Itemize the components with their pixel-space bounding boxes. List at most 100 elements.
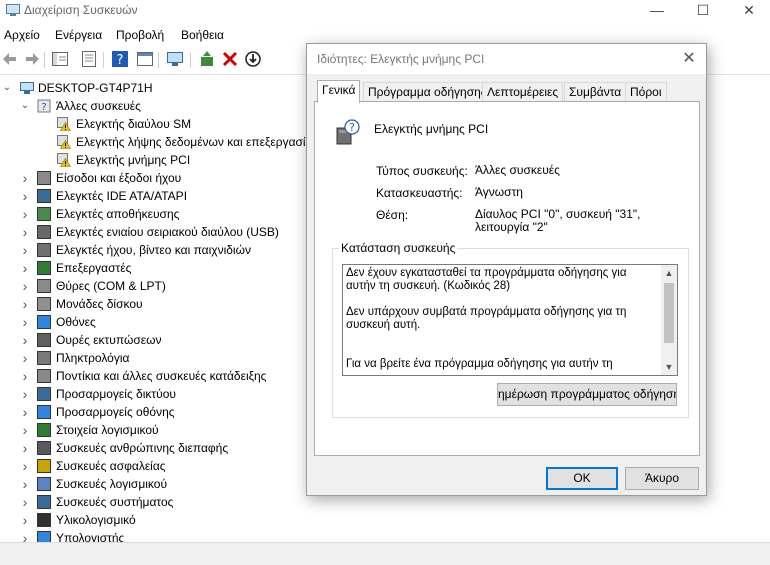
- expand-chevron-icon[interactable]: ›: [20, 439, 30, 457]
- window-titlebar: Διαχείριση Συσκευών — ☐ ✕: [0, 0, 770, 22]
- expand-chevron-icon[interactable]: ›: [20, 223, 30, 241]
- toolbar-separator: [103, 52, 104, 68]
- update-driver-button[interactable]: ημέρωση προγράμματος οδήγησης: [497, 383, 677, 406]
- close-icon[interactable]: ✕: [678, 48, 700, 70]
- device-category-icon: [37, 207, 51, 221]
- ok-button[interactable]: OK: [546, 467, 618, 490]
- expand-chevron-icon[interactable]: ›: [20, 511, 30, 529]
- scroll-up-icon[interactable]: ▲: [661, 265, 677, 281]
- tree-item-label: Πληκτρολόγια: [56, 351, 130, 365]
- toolbar-separator: [158, 52, 159, 68]
- maximize-button[interactable]: ☐: [680, 0, 726, 22]
- disable-device-icon[interactable]: [244, 50, 262, 68]
- device-manager-icon: [6, 4, 20, 16]
- computer-name: DESKTOP-GT4P71H: [38, 81, 153, 95]
- expand-chevron-icon[interactable]: ›: [20, 457, 30, 475]
- window-title: Διαχείριση Συσκευών: [24, 3, 138, 17]
- expand-chevron-icon[interactable]: ›: [20, 241, 30, 259]
- expand-chevron-icon[interactable]: ›: [20, 385, 30, 403]
- tree-item-label: Στοιχεία λογισμικού: [56, 423, 159, 437]
- expand-chevron-icon[interactable]: ›: [20, 313, 30, 331]
- device-category-icon: [37, 297, 51, 311]
- device-category-icon: [37, 477, 51, 491]
- expand-chevron-icon[interactable]: ›: [20, 475, 30, 493]
- minimize-button[interactable]: —: [634, 0, 680, 22]
- location-label: Θέση:: [376, 208, 409, 222]
- uninstall-x-icon[interactable]: [221, 50, 239, 68]
- menu-action[interactable]: Ενέργεια: [55, 28, 102, 42]
- tree-item-label: Ελεγκτές ενιαίου σειριακού διαύλου (USB): [56, 225, 279, 239]
- expand-chevron-icon[interactable]: ›: [20, 331, 30, 349]
- expand-chevron-icon[interactable]: ›: [20, 205, 30, 223]
- device-status-group: Κατάσταση συσκευής Δεν έχουν εγκατασταθε…: [332, 241, 689, 418]
- manufacturer-value: Άγνωστη: [475, 185, 523, 199]
- tree-item-label: Ποντίκια και άλλες συσκευές κατάδειξης: [56, 369, 267, 383]
- update-driver-icon[interactable]: [198, 50, 216, 68]
- device-category-icon: [37, 333, 51, 347]
- expand-chevron-icon[interactable]: ›: [20, 295, 30, 313]
- expand-chevron-icon[interactable]: ›: [20, 403, 30, 421]
- help-icon[interactable]: ?: [111, 50, 129, 68]
- tree-item-label: Ελεγκτής μνήμης PCI: [76, 153, 191, 167]
- close-window-button[interactable]: ✕: [726, 0, 770, 22]
- tree-item-label: Ελεγκτές αποθήκευσης: [56, 207, 180, 221]
- tree-item-label: Προσαρμογείς οθόνης: [56, 405, 175, 419]
- cancel-button[interactable]: Άκυρο: [625, 467, 699, 490]
- expand-chevron-icon[interactable]: ›: [20, 493, 30, 511]
- tab-resources[interactable]: Πόροι: [625, 82, 667, 102]
- device-category-icon: [37, 387, 51, 401]
- dialog-titlebar: Ιδιότητες: Ελεγκτής μνήμης PCI ✕: [307, 44, 706, 74]
- collapse-chevron-icon[interactable]: ⌄: [2, 79, 12, 97]
- tree-item-label: Άλλες συσκευές: [56, 99, 141, 113]
- device-type-value: Άλλες συσκευές: [475, 163, 560, 177]
- collapse-chevron-icon[interactable]: ⌄: [20, 97, 30, 115]
- device-category-icon: [37, 315, 51, 329]
- tree-item-label: Συσκευές συστήματος: [56, 495, 174, 509]
- device-status-textbox[interactable]: Δεν έχουν εγκατασταθεί τα προγράμματα οδ…: [342, 264, 678, 376]
- tab-driver[interactable]: Πρόγραμμα οδήγησης: [363, 82, 492, 102]
- expand-chevron-icon[interactable]: ›: [20, 259, 30, 277]
- device-category-icon: [37, 369, 51, 383]
- expand-chevron-icon[interactable]: ›: [20, 277, 30, 295]
- properties-dialog: Ιδιότητες: Ελεγκτής μνήμης PCI ✕ Γενικά …: [306, 43, 707, 496]
- tree-item-label: Υπολογιστής: [56, 531, 125, 543]
- unknown-device-icon: ?: [336, 119, 360, 145]
- tree-item-label: Μονάδες δίσκου: [56, 297, 143, 311]
- tab-details[interactable]: Λεπτομέρειες: [482, 82, 564, 102]
- unknown-device-icon: ?: [37, 99, 51, 113]
- menu-file[interactable]: Αρχείο: [4, 28, 40, 42]
- device-category-icon: [37, 495, 51, 509]
- warning-device-icon: [57, 153, 71, 167]
- expand-chevron-icon[interactable]: ›: [20, 367, 30, 385]
- view-icon[interactable]: [136, 50, 154, 68]
- back-arrow-icon[interactable]: [2, 50, 20, 68]
- expand-chevron-icon[interactable]: ›: [20, 529, 30, 543]
- tab-events[interactable]: Συμβάντα: [564, 82, 627, 102]
- device-category-icon: [37, 513, 51, 527]
- status-bar: [0, 542, 770, 565]
- menu-view[interactable]: Προβολή: [116, 28, 164, 42]
- tree-item-label: Συσκευές ασφαλείας: [56, 459, 166, 473]
- properties-icon[interactable]: [80, 50, 98, 68]
- tree-item-label: Υλικολογισμικό: [56, 513, 136, 527]
- menu-help[interactable]: Βοήθεια: [181, 28, 224, 42]
- device-category-icon: [37, 243, 51, 257]
- device-status-text: Δεν έχουν εγκατασταθεί τα προγράμματα οδ…: [346, 267, 627, 370]
- expand-chevron-icon[interactable]: ›: [20, 421, 30, 439]
- scroll-down-icon[interactable]: ▼: [661, 359, 677, 375]
- monitor-icon[interactable]: [166, 50, 184, 68]
- expand-chevron-icon[interactable]: ›: [20, 169, 30, 187]
- show-hide-tree-icon[interactable]: [51, 50, 69, 68]
- tree-item-label: Συσκευές λογισμικού: [56, 477, 167, 491]
- warning-device-icon: [57, 117, 71, 131]
- status-scrollbar[interactable]: ▲ ▼: [661, 265, 677, 375]
- tab-general[interactable]: Γενικά: [317, 80, 361, 103]
- expand-chevron-icon[interactable]: ›: [20, 187, 30, 205]
- forward-arrow-icon[interactable]: [22, 50, 40, 68]
- expand-chevron-icon[interactable]: ›: [20, 349, 30, 367]
- tree-item-label: Οθόνες: [56, 315, 96, 329]
- scroll-thumb[interactable]: [664, 283, 674, 343]
- location-value: Δίαυλος PCI "0", συσκευή "31", λειτουργί…: [475, 207, 641, 234]
- device-category-icon: [37, 459, 51, 473]
- svg-text:?: ?: [41, 102, 46, 113]
